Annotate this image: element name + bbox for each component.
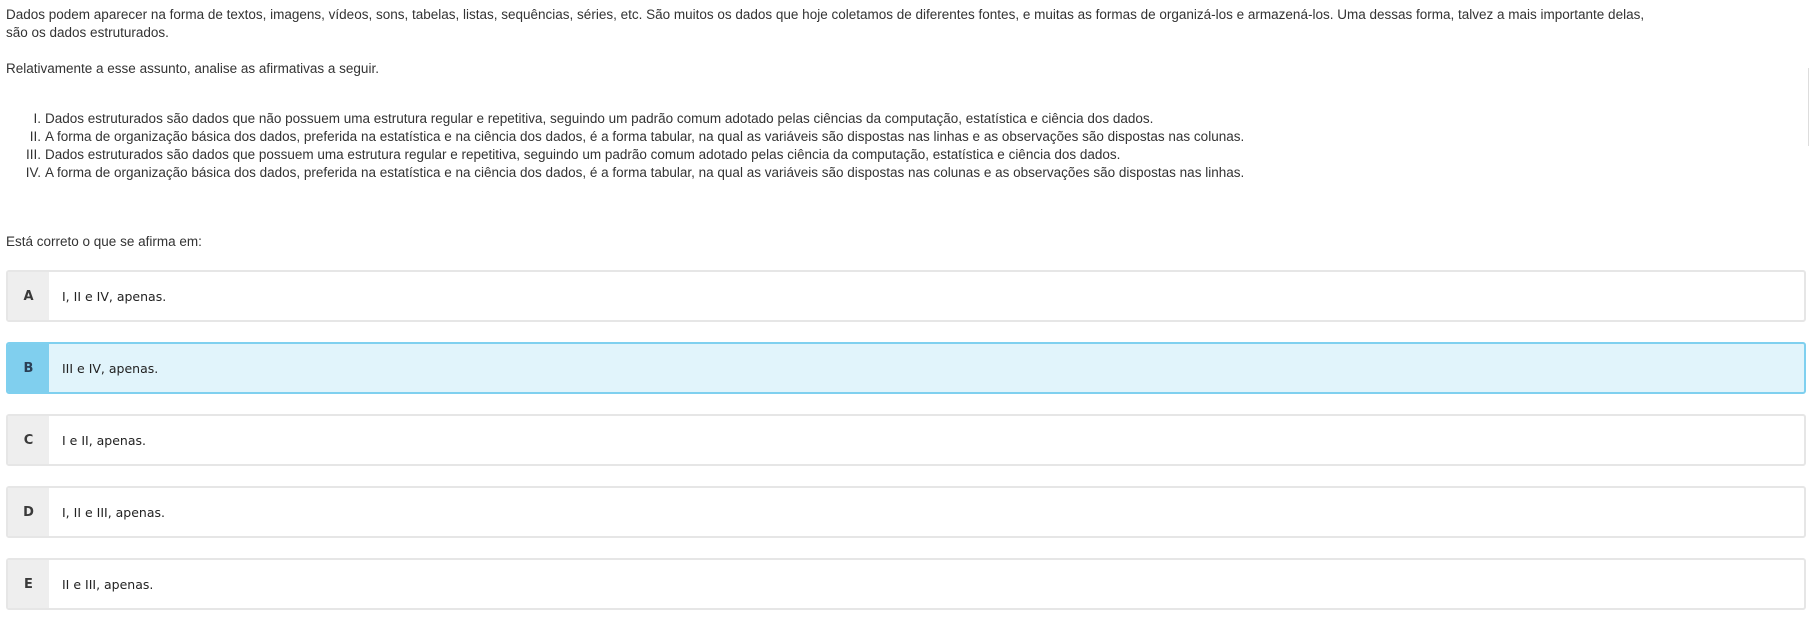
question-lead: Relativamente a esse assunto, analise as… (6, 61, 379, 76)
statement-item: II. A forma de organização básica dos da… (20, 128, 1245, 146)
statement-number: I. (33, 111, 41, 126)
question-intro-line2: são os dados estruturados. (6, 25, 169, 40)
statement-number: IV. (25, 165, 41, 180)
statement-text: Dados estruturados são dados que não pos… (45, 111, 1154, 126)
option-letter: E (8, 560, 49, 608)
question-intro-line1: Dados podem aparecer na forma de textos,… (6, 7, 1645, 22)
statement-number: III. (25, 147, 41, 162)
option-text: I, II e III, apenas. (62, 504, 166, 520)
statement-number: II. (29, 129, 41, 144)
question-intro: Dados podem aparecer na forma de textos,… (6, 6, 1806, 42)
question-prompt: Está correto o que se afirma em: (6, 234, 202, 249)
statement-list: I. Dados estruturados são dados que não … (20, 110, 1245, 182)
answer-option-d[interactable]: D I, II e III, apenas. (6, 486, 1806, 538)
statement-text: A forma de organização básica dos dados,… (45, 129, 1245, 144)
option-letter: C (8, 416, 49, 464)
statement-item: III. Dados estruturados são dados que po… (20, 146, 1244, 164)
option-text: I e II, apenas. (62, 432, 146, 448)
option-text: II e III, apenas. (62, 576, 154, 592)
answer-option-b[interactable]: B III e IV, apenas. (6, 342, 1806, 394)
answer-option-e[interactable]: E II e III, apenas. (6, 558, 1806, 610)
option-letter: D (8, 488, 49, 536)
statement-item: IV. A forma de organização básica dos da… (20, 164, 1245, 182)
statement-item: I. Dados estruturados são dados que não … (20, 110, 1244, 128)
answer-options: A I, II e IV, apenas. B III e IV, apenas… (6, 270, 1806, 630)
question-text: Dados podem aparecer na forma de textos,… (6, 6, 1806, 42)
answer-option-c[interactable]: C I e II, apenas. (6, 414, 1806, 466)
answer-option-a[interactable]: A I, II e IV, apenas. (6, 270, 1806, 322)
option-letter: A (8, 272, 49, 320)
option-letter: B (8, 344, 49, 392)
statement-text: A forma de organização básica dos dados,… (45, 165, 1245, 180)
statement-text: Dados estruturados são dados que possuem… (45, 147, 1121, 162)
option-text: I, II e IV, apenas. (62, 288, 167, 304)
option-text: III e IV, apenas. (62, 360, 159, 376)
